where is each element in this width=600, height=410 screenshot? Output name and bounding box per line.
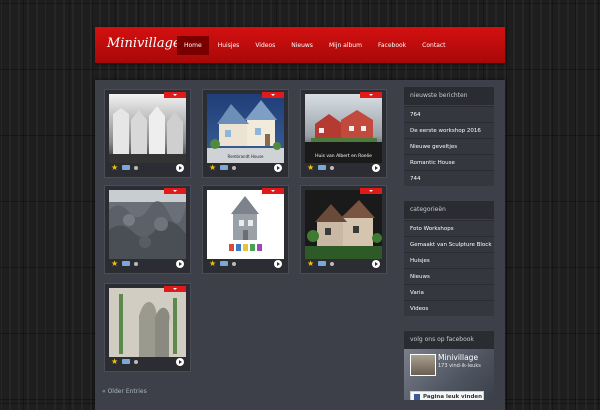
more-arrow-icon[interactable] bbox=[372, 164, 380, 172]
post-meta-bar: ★ bbox=[305, 259, 382, 269]
menu-ribbon[interactable] bbox=[262, 188, 284, 194]
dot-icon bbox=[134, 360, 138, 364]
dot-icon bbox=[330, 262, 334, 266]
category-item[interactable]: Videos bbox=[404, 300, 494, 316]
post-meta-bar: ★ bbox=[109, 163, 186, 173]
comment-icon[interactable] bbox=[122, 359, 130, 364]
menu-ribbon[interactable] bbox=[164, 188, 186, 194]
post-card[interactable]: ★ bbox=[300, 185, 387, 274]
more-arrow-icon[interactable] bbox=[372, 260, 380, 268]
post-image[interactable] bbox=[109, 288, 186, 357]
categories-list: Foto Workshops Gemaakt van Sculpture Blo… bbox=[404, 220, 494, 316]
facebook-like-button[interactable]: Pagina leuk vinden bbox=[410, 391, 484, 400]
star-icon[interactable]: ★ bbox=[209, 163, 216, 173]
post-image[interactable] bbox=[109, 190, 186, 259]
post-image[interactable] bbox=[207, 190, 284, 259]
dot-icon bbox=[134, 262, 138, 266]
more-arrow-icon[interactable] bbox=[274, 260, 282, 268]
older-entries-link[interactable]: « Older Entries bbox=[102, 388, 147, 395]
comment-icon[interactable] bbox=[318, 261, 326, 266]
recent-post-item[interactable]: Romantic House bbox=[404, 154, 494, 170]
post-card[interactable]: Huis van Albert en Roelie ★ bbox=[300, 89, 387, 178]
dot-icon bbox=[330, 166, 334, 170]
more-arrow-icon[interactable] bbox=[176, 358, 184, 366]
post-image[interactable] bbox=[305, 190, 382, 259]
menu-ribbon[interactable] bbox=[360, 188, 382, 194]
comment-icon[interactable] bbox=[318, 165, 326, 170]
dot-icon bbox=[232, 166, 236, 170]
post-card[interactable]: ★ bbox=[104, 185, 191, 274]
recent-post-item[interactable]: De eerste workshop 2016 bbox=[404, 122, 494, 138]
nav-mijn-album[interactable]: Mijn album bbox=[322, 36, 369, 55]
comment-icon[interactable] bbox=[220, 261, 228, 266]
post-image[interactable]: Rembrandt House bbox=[207, 94, 284, 163]
post-card[interactable]: ★ bbox=[202, 185, 289, 274]
nav-facebook[interactable]: Facebook bbox=[371, 36, 413, 55]
post-meta-bar: ★ bbox=[207, 259, 284, 269]
widget-title-facebook: volg ons op facebook bbox=[404, 331, 494, 349]
post-card[interactable]: ★ bbox=[104, 283, 191, 372]
post-card[interactable]: ★ bbox=[104, 89, 191, 178]
menu-ribbon[interactable] bbox=[360, 92, 382, 98]
category-item[interactable]: Nieuws bbox=[404, 268, 494, 284]
facebook-likes: 173 vind-ik-leuks bbox=[438, 363, 481, 369]
facebook-page-widget[interactable]: Minivillage 173 vind-ik-leuks Pagina leu… bbox=[404, 349, 494, 400]
post-meta-bar: ★ bbox=[109, 259, 186, 269]
category-item[interactable]: Huisjes bbox=[404, 252, 494, 268]
post-meta-bar: ★ bbox=[305, 163, 382, 173]
star-icon[interactable]: ★ bbox=[307, 259, 314, 269]
recent-post-item[interactable]: Nieuwe geveltjes bbox=[404, 138, 494, 154]
comment-icon[interactable] bbox=[220, 165, 228, 170]
more-arrow-icon[interactable] bbox=[176, 164, 184, 172]
nav-home[interactable]: Home bbox=[177, 36, 209, 55]
widget-title-categories: categorieën bbox=[404, 201, 494, 219]
recent-post-item[interactable]: 744 bbox=[404, 170, 494, 186]
nav-videos[interactable]: Videos bbox=[248, 36, 282, 55]
post-caption: Rembrandt House bbox=[227, 154, 264, 159]
star-icon[interactable]: ★ bbox=[307, 163, 314, 173]
facebook-avatar[interactable] bbox=[410, 354, 436, 376]
menu-ribbon[interactable] bbox=[164, 92, 186, 98]
category-item[interactable]: Foto Workshops bbox=[404, 220, 494, 236]
recent-posts-list: 764 De eerste workshop 2016 Nieuwe gevel… bbox=[404, 106, 494, 186]
more-arrow-icon[interactable] bbox=[274, 164, 282, 172]
menu-ribbon[interactable] bbox=[262, 92, 284, 98]
main-nav: Home Huisjes Videos Nieuws Mijn album Fa… bbox=[177, 36, 455, 55]
post-meta-bar: ★ bbox=[207, 163, 284, 173]
dot-icon bbox=[232, 262, 236, 266]
post-image[interactable] bbox=[109, 94, 186, 163]
widget-title-recent: nieuwste berichten bbox=[404, 87, 494, 105]
site-header: Minivillage Home Huisjes Videos Nieuws M… bbox=[95, 27, 505, 63]
category-item[interactable]: Varia bbox=[404, 284, 494, 300]
comment-icon[interactable] bbox=[122, 165, 130, 170]
star-icon[interactable]: ★ bbox=[111, 163, 118, 173]
star-icon[interactable]: ★ bbox=[111, 357, 118, 367]
category-item[interactable]: Gemaakt van Sculpture Block bbox=[404, 236, 494, 252]
post-caption: Huis van Albert en Roelie bbox=[315, 154, 372, 159]
post-image[interactable]: Huis van Albert en Roelie bbox=[305, 94, 382, 163]
star-icon[interactable]: ★ bbox=[209, 259, 216, 269]
nav-contact[interactable]: Contact bbox=[415, 36, 452, 55]
comment-icon[interactable] bbox=[122, 261, 130, 266]
nav-nieuws[interactable]: Nieuws bbox=[284, 36, 320, 55]
nav-huisjes[interactable]: Huisjes bbox=[211, 36, 247, 55]
more-arrow-icon[interactable] bbox=[176, 260, 184, 268]
star-icon[interactable]: ★ bbox=[111, 259, 118, 269]
menu-ribbon[interactable] bbox=[164, 286, 186, 292]
post-card[interactable]: Rembrandt House ★ bbox=[202, 89, 289, 178]
post-meta-bar: ★ bbox=[109, 357, 186, 367]
facebook-page-name[interactable]: Minivillage bbox=[438, 353, 478, 362]
site-logo[interactable]: Minivillage bbox=[107, 36, 181, 51]
recent-post-item[interactable]: 764 bbox=[404, 106, 494, 122]
dot-icon bbox=[134, 166, 138, 170]
